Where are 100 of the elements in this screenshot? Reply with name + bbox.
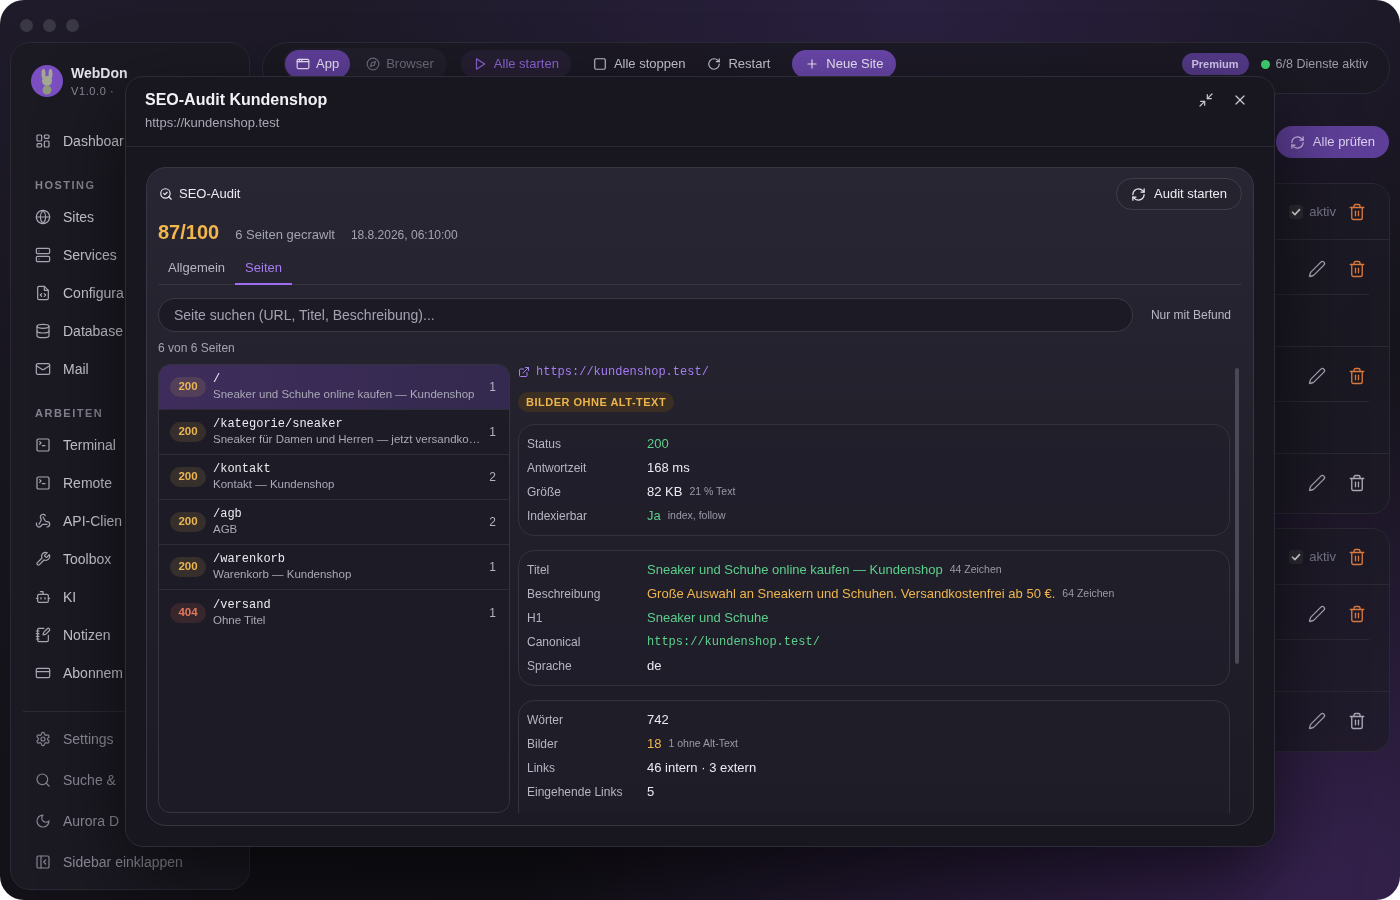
toolbar-button[interactable]: Alle stoppen [592,50,686,78]
search-field[interactable]: Seite suchen (URL, Titel, Beschreibung)... [158,298,1133,332]
field-value: 18 [647,735,662,754]
wrench-icon [35,551,51,567]
refresh-icon [1289,134,1305,150]
page-row[interactable]: 200 /kategorie/sneaker Sneaker für Damen und Herren — jetzt versandko… 1 [159,410,509,455]
nav-item[interactable]: Sidebar einklappen [35,851,183,873]
field-label: Links [527,760,555,777]
nav-item[interactable]: Sites [35,206,95,228]
external-link-icon [518,366,530,378]
result-count: 6 von 6 Seiten [158,341,235,356]
field-label: Sprache [527,658,572,675]
trash-icon[interactable] [1348,712,1366,730]
search-icon [35,772,51,788]
field-value: 82 KB [647,483,683,502]
page-title: Kontakt — Kundenshop [213,477,335,492]
pencil-icon[interactable] [1308,367,1326,385]
trash-icon[interactable] [1348,260,1366,278]
compass-icon [366,57,381,71]
file-code-icon [35,285,51,301]
finding-count: 1 [489,424,496,441]
page-url-link[interactable]: https://kundenshop.test/ [536,364,709,381]
nav-item[interactable]: Notizen [35,624,111,646]
page-title: AGB [213,522,238,537]
page-row[interactable]: 200 / Sneaker und Schuhe online kaufen — Kundenshop 1 [159,365,509,410]
nav-item[interactable]: Remote [35,472,113,494]
check-all-button[interactable]: Alle prüfen [1275,126,1389,158]
nav-item[interactable]: Terminal [35,434,116,456]
view-tab[interactable]: App [285,50,351,78]
page-path: /kategorie/sneaker [213,417,343,432]
tab[interactable]: Seiten [235,255,292,285]
field-note: index, follow [667,508,726,524]
field-label: Wörter [527,712,563,729]
nav-item[interactable]: Settings [35,728,114,750]
field-value: 5 [647,783,655,802]
minimize-icon[interactable] [1198,92,1214,108]
credit-card-icon [35,665,51,681]
status-badge: 200 [170,377,206,397]
nav-item[interactable]: Mail [35,358,89,380]
nav-item[interactable]: Database [35,320,123,342]
page-path: /versand [213,597,271,613]
page-row[interactable]: 404 /versand Ohne Titel 1 [159,590,509,635]
status-dot-icon [1260,59,1270,69]
field-value: Ja [647,507,661,526]
field-note: 21 % Text [689,484,736,500]
plus-icon [805,57,820,71]
toolbar-button[interactable]: Neue Site [792,50,897,78]
scrollbar-thumb[interactable] [1235,368,1239,664]
field-value: 742 [647,711,669,730]
app-version: V1.0.0 · [71,84,115,98]
nav-item[interactable]: Aurora D [35,810,120,832]
field-value: de [647,657,662,676]
finding-count: 1 [489,559,496,576]
field-value: Sneaker und Schuhe online kaufen — Kundenshop [647,561,943,580]
server-icon [35,247,51,263]
nav-item[interactable]: Abonnem [35,662,123,684]
tab[interactable]: Allgemein [158,255,236,285]
check-icon [1289,204,1304,219]
issue-badge: BILDER OHNE ALT-TEXT [518,392,675,412]
webhook-icon [35,513,51,529]
finding-count: 2 [489,469,496,486]
nav-item[interactable]: Suche & [35,769,116,791]
filter-button[interactable]: Nur mit Befund [1150,306,1231,324]
audit-start-button[interactable]: Audit starten [1116,178,1242,210]
toolbar-button[interactable]: Restart [707,50,771,78]
nav-item[interactable]: Dashboar [35,130,124,152]
trash-icon[interactable] [1348,202,1366,221]
pencil-icon[interactable] [1308,474,1326,492]
field-note: 44 Zeichen [949,562,1002,578]
nav-item[interactable]: API-Clien [35,510,123,532]
trash-icon[interactable] [1348,474,1366,492]
page-row[interactable]: 200 /kontakt Kontakt — Kundenshop 2 [159,455,509,500]
trash-icon[interactable] [1348,547,1366,566]
globe-icon [35,209,51,225]
field-label: Canonical [527,634,581,651]
trash-icon[interactable] [1348,605,1366,623]
status-badge: 404 [170,602,206,623]
page-row[interactable]: 200 /agb AGB 2 [159,500,509,545]
field-label: Bilder [527,736,558,753]
terminal-icon [35,475,51,491]
notepad-icon [35,627,51,643]
pencil-icon[interactable] [1308,712,1326,730]
trash-icon[interactable] [1348,367,1366,385]
field-label: Eingehende Links [527,784,623,801]
finding-count: 1 [489,379,496,396]
nav-item[interactable]: Configura [35,282,124,304]
nav-item[interactable]: Toolbox [35,548,112,570]
field-value: 200 [647,435,669,454]
pencil-icon[interactable] [1308,260,1326,278]
sidebar-collapse-icon [35,854,51,870]
page-title: Ohne Titel [213,612,266,628]
status-badge: 200 [170,512,206,532]
nav-item[interactable]: Services [35,244,117,266]
pencil-icon[interactable] [1308,605,1326,623]
page-row[interactable]: 200 /warenkorb Warenkorb — Kundenshop 1 [159,545,509,590]
nav-item[interactable]: KI [35,586,77,608]
page-path: /warenkorb [213,552,285,567]
field-label: Beschreibung [527,586,601,603]
status-label: aktiv [1309,202,1336,221]
field-value: https://kundenshop.test/ [647,634,820,651]
